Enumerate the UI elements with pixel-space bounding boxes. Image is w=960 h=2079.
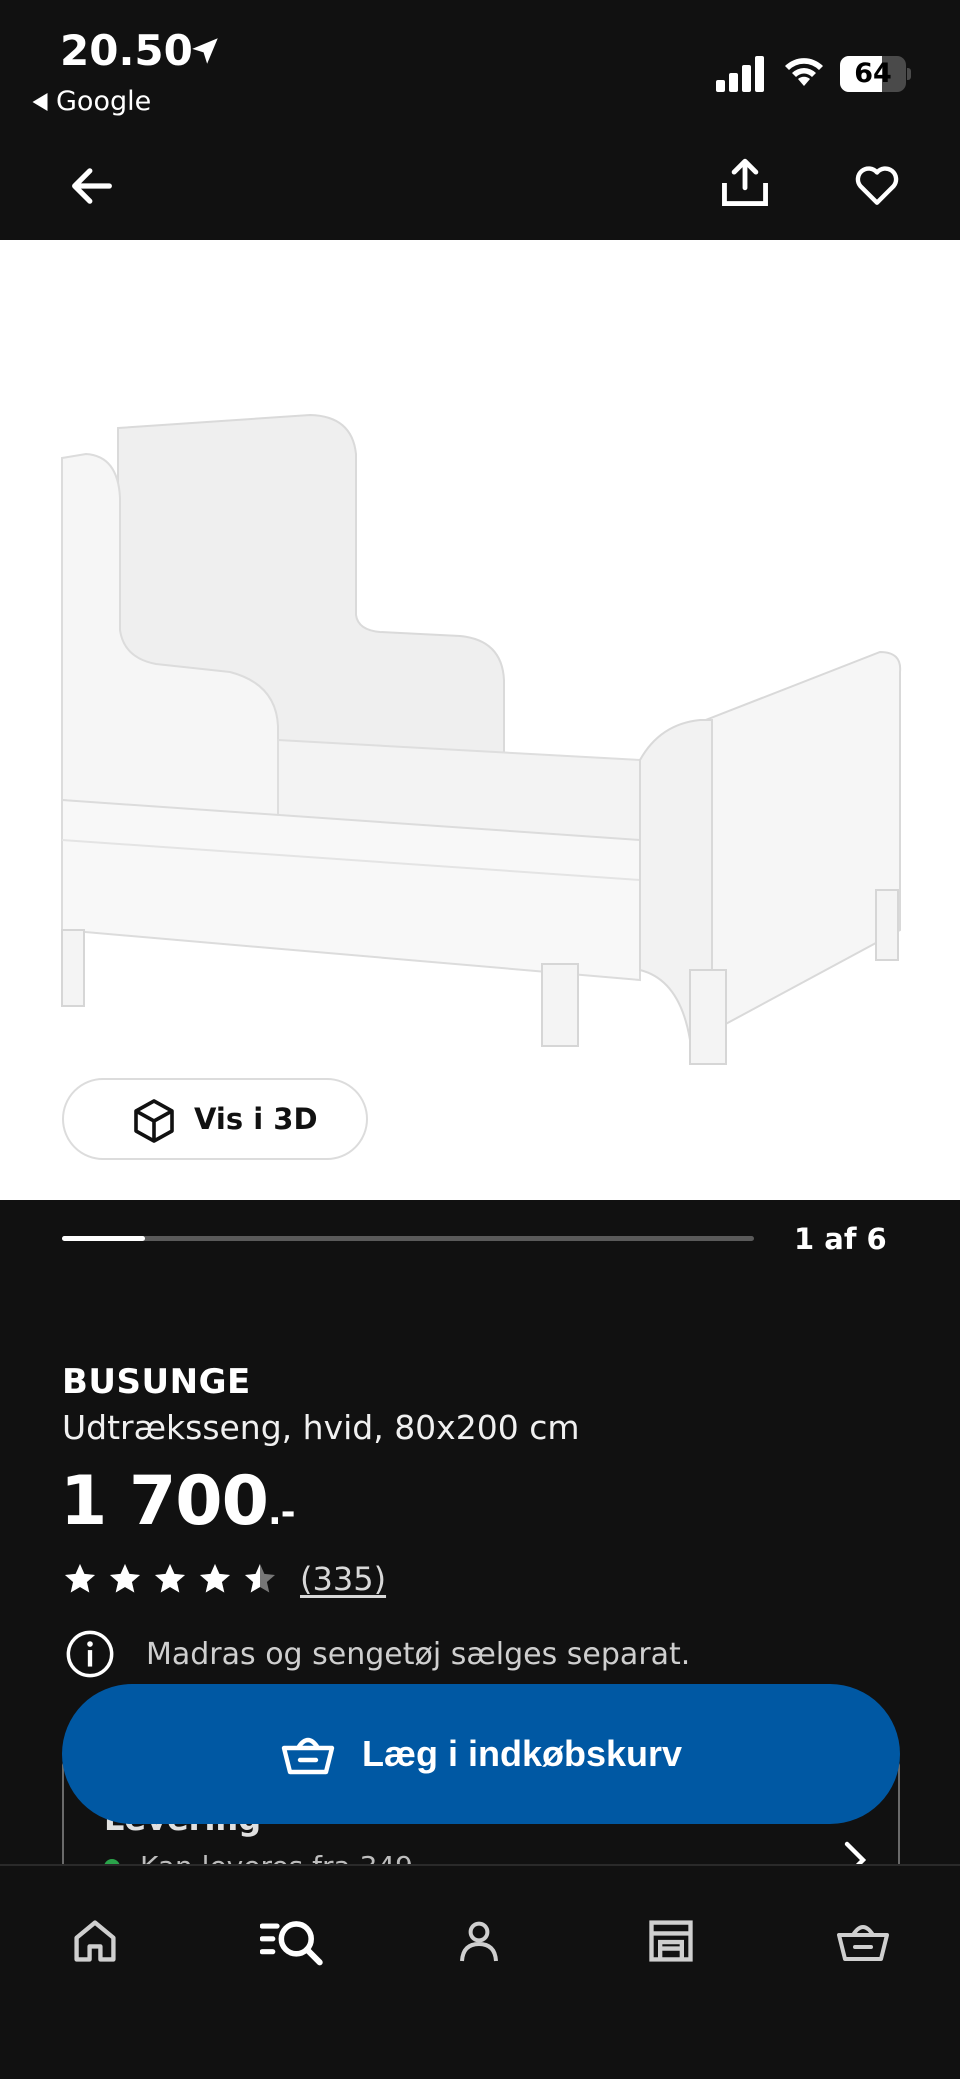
wifi-icon [785,58,823,86]
info-text: Madras og sengetøj sælges separat. [146,1636,691,1672]
star-icon [110,1564,140,1593]
view-3d-label: Vis i 3D [194,1102,318,1136]
basket-icon [837,1925,889,1961]
bed-illustration [61,413,902,1065]
gallery-counter: 1 af 6 [794,1222,887,1256]
arrow-left-icon[interactable] [66,160,118,212]
store-icon [649,1920,693,1962]
review-count-link[interactable]: (335) [300,1560,386,1598]
add-to-cart-label: Læg i indkøbskurv [361,1733,683,1774]
info-icon [66,1630,114,1678]
add-to-cart-button[interactable]: Læg i indkøbskurv [62,1684,900,1824]
back-app-label: Google [56,86,152,117]
profile-icon [460,1921,498,1962]
share-icon[interactable] [716,154,774,212]
gallery-progress[interactable] [62,1236,754,1241]
gallery-progress-fill [62,1236,146,1241]
search-icon [260,1921,323,1966]
tab-basket[interactable] [828,1906,898,1976]
price-value: 1 700 [60,1462,269,1541]
tab-stores[interactable] [636,1906,706,1976]
rating-stars [62,1561,278,1597]
back-triangle-icon [32,92,48,111]
tab-profile[interactable] [444,1906,514,1976]
battery-percentage: 64 [854,58,892,89]
basket-icon [281,1737,335,1775]
product-rating[interactable]: (335) [62,1560,386,1598]
tab-search[interactable] [252,1906,332,1976]
tab-home[interactable] [60,1906,130,1976]
price-suffix: .- [267,1492,296,1533]
product-description: Udtræksseng, hvid, 80x200 cm [62,1408,580,1447]
star-icon [155,1564,185,1593]
back-to-app[interactable]: Google [32,86,151,117]
product-info-note: Madras og sengetøj sælges separat. [64,1628,690,1680]
top-navigation [0,130,960,240]
product-image[interactable]: Vis i 3D [0,240,960,1200]
cube-3d-icon [134,1099,174,1143]
star-icon [245,1564,275,1593]
heart-icon[interactable] [852,160,902,210]
location-arrow-icon [192,38,218,64]
battery-indicator: 64 [840,56,911,92]
star-icon [65,1564,95,1593]
bottom-tab-bar [0,1864,960,2079]
star-icon [200,1564,230,1593]
product-brand: BUSUNGE [62,1362,251,1402]
view-3d-button[interactable]: Vis i 3D [62,1078,368,1160]
status-bar: 20.50 Google 64 [0,0,960,130]
status-time: 20.50 [60,26,193,75]
product-price: 1 700.- [60,1462,296,1541]
home-icon [74,1920,116,1962]
cellular-signal-icon [716,56,764,92]
